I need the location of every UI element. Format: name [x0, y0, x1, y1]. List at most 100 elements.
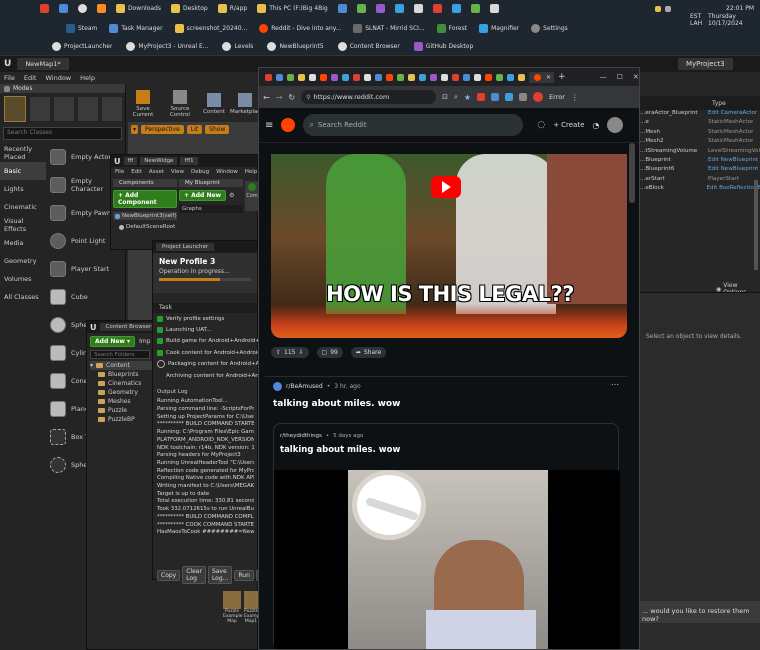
taskbar-item[interactable]: MyProject3 - Unreal E... [126, 40, 208, 52]
maximize-icon[interactable]: ☐ [617, 73, 623, 81]
tab-favicon[interactable] [265, 73, 272, 81]
perspective-button[interactable]: Perspective [141, 125, 184, 134]
outliner-row[interactable]: ...tStreamingVolume LevelStreamingVol [640, 148, 760, 157]
taskbar-item[interactable]: Task Manager [109, 22, 163, 34]
taskbar-item[interactable]: R/app [217, 2, 247, 14]
user-avatar[interactable] [607, 117, 624, 133]
default-scene-root-item[interactable]: DefaultSceneRoot [113, 224, 177, 230]
back-icon[interactable]: ← [263, 93, 270, 102]
save-current-button[interactable]: Save Current [128, 88, 158, 118]
tab-close-icon[interactable]: ✕ [546, 74, 551, 81]
reload-icon[interactable]: ↻ [288, 93, 295, 102]
place-item[interactable]: Player Start [50, 255, 126, 283]
menu-help[interactable]: Help [245, 169, 258, 175]
tab-favicon[interactable] [507, 73, 514, 81]
tab-favicon[interactable] [408, 73, 415, 81]
app-icon[interactable] [78, 3, 87, 13]
tab-favicon[interactable] [331, 73, 338, 81]
landscape-mode-icon[interactable] [54, 97, 74, 121]
menu-window[interactable]: Window [216, 169, 238, 175]
app-icon[interactable] [375, 3, 385, 13]
extension-icon[interactable] [477, 93, 486, 101]
lit-button[interactable]: Lit [186, 125, 203, 134]
reddit-search-input[interactable]: ⌕ Search Reddit [303, 114, 524, 136]
clear-log-button[interactable]: Clear Log [182, 566, 206, 585]
tab-favicon[interactable] [342, 73, 349, 81]
add-component-button[interactable]: + Add Component [113, 190, 177, 208]
app-icon[interactable] [97, 3, 106, 13]
content-browser-tab[interactable]: Content Browser [99, 323, 158, 331]
asset-tile[interactable]: Puzzle Example Map [223, 591, 243, 624]
project-launcher-tab[interactable]: Project Launcher [156, 243, 215, 251]
outliner-row[interactable]: ...Blueprint Edit NewBlueprint [640, 157, 760, 166]
hamburger-menu-icon[interactable]: ≡ [265, 120, 273, 131]
taskbar-item[interactable]: SLNAT - Mirrid SCI... [353, 22, 425, 34]
tab-favicon[interactable] [298, 73, 305, 81]
tab-favicon[interactable] [386, 73, 393, 81]
outliner-row[interactable]: ...Mesh2 StaticMeshActor [640, 138, 760, 147]
self-item[interactable]: NewBlueprint3(self) [113, 212, 177, 220]
more-options-icon[interactable]: ⋯ [611, 380, 619, 389]
page-scrollbar[interactable] [629, 143, 635, 203]
tab-favicon[interactable] [441, 73, 448, 81]
menu-asset[interactable]: Asset [149, 169, 164, 175]
tab-favicon[interactable] [485, 73, 492, 81]
category-volumes[interactable]: Volumes [0, 270, 46, 288]
subreddit-link[interactable]: r/BeAmused [286, 383, 323, 390]
notifications-icon[interactable]: ◔ [592, 121, 599, 130]
compile-button[interactable]: Com [245, 181, 259, 211]
app-icon[interactable] [470, 3, 480, 13]
category-media[interactable]: Media [0, 234, 46, 252]
tab-favicon[interactable] [375, 73, 382, 81]
browser-menu-icon[interactable]: ⋮ [571, 93, 579, 102]
tab-favicon[interactable] [430, 73, 437, 81]
volume-icon[interactable] [665, 6, 671, 12]
my-blueprint-tab[interactable]: My Blueprint [179, 179, 243, 187]
tab-favicon[interactable] [276, 73, 283, 81]
outliner-row[interactable]: ...eBlock Edit BoxReflectionB [640, 185, 760, 194]
app-icon[interactable] [432, 3, 442, 13]
copy-button[interactable]: Copy [157, 569, 181, 581]
tab-favicon[interactable] [463, 73, 470, 81]
search-folders-input[interactable]: Search Folders [90, 350, 150, 359]
taskbar-item[interactable]: Magnifier [479, 22, 519, 34]
taskbar-item[interactable]: ProjectLauncher [52, 40, 112, 52]
share-button[interactable]: ➦ Share [350, 347, 387, 358]
crosspost-media[interactable] [274, 470, 620, 649]
app-icon[interactable] [489, 3, 499, 13]
taskbar-item[interactable]: Levels [222, 40, 253, 52]
new-tab-icon[interactable]: + [558, 72, 566, 82]
extension-icon[interactable] [491, 93, 500, 101]
tab-favicon[interactable] [397, 73, 404, 81]
app-icon[interactable] [451, 3, 461, 13]
app-icon[interactable] [40, 3, 49, 13]
place-item[interactable]: Cube [50, 283, 126, 311]
menu-view[interactable]: View [171, 169, 184, 175]
viewport-menu-button[interactable]: ▾ [131, 125, 139, 134]
place-mode-icon[interactable] [4, 96, 26, 122]
profile-avatar[interactable] [533, 92, 544, 102]
subreddit-icon[interactable] [273, 382, 282, 391]
run-button[interactable]: Run [234, 569, 254, 581]
taskbar-item[interactable]: Forest [436, 22, 467, 34]
category-cinematic[interactable]: Cinematic [0, 198, 46, 216]
taskbar-item[interactable]: NewBlueprint5 [267, 40, 324, 52]
play-button-icon[interactable] [431, 176, 461, 198]
app-icon[interactable] [337, 3, 347, 13]
tab-favicon[interactable] [364, 73, 371, 81]
geometry-mode-icon[interactable] [102, 97, 122, 121]
category-geometry[interactable]: Geometry [0, 252, 46, 270]
tray-icon[interactable] [655, 6, 661, 12]
menu-file[interactable]: File [115, 169, 124, 175]
components-tab[interactable]: Components [113, 179, 177, 187]
asset-tile[interactable]: Puzzle Example Map1 [244, 591, 258, 624]
tab-favicon[interactable] [309, 73, 316, 81]
comments-button[interactable]: ▢ 99 [316, 347, 343, 358]
category-basic[interactable]: Basic [0, 162, 46, 180]
outliner-row[interactable]: ...Blueprint6 Edit NewBlueprint [640, 166, 760, 175]
extensions-puzzle-icon[interactable] [519, 93, 528, 101]
crosspost-card[interactable]: r/theydidthings • 5 days ago talking abo… [273, 423, 620, 649]
tab-favicon[interactable] [518, 73, 525, 81]
downvote-icon[interactable]: ⇩ [298, 349, 303, 356]
graphs-section[interactable]: Graphs [179, 205, 243, 213]
